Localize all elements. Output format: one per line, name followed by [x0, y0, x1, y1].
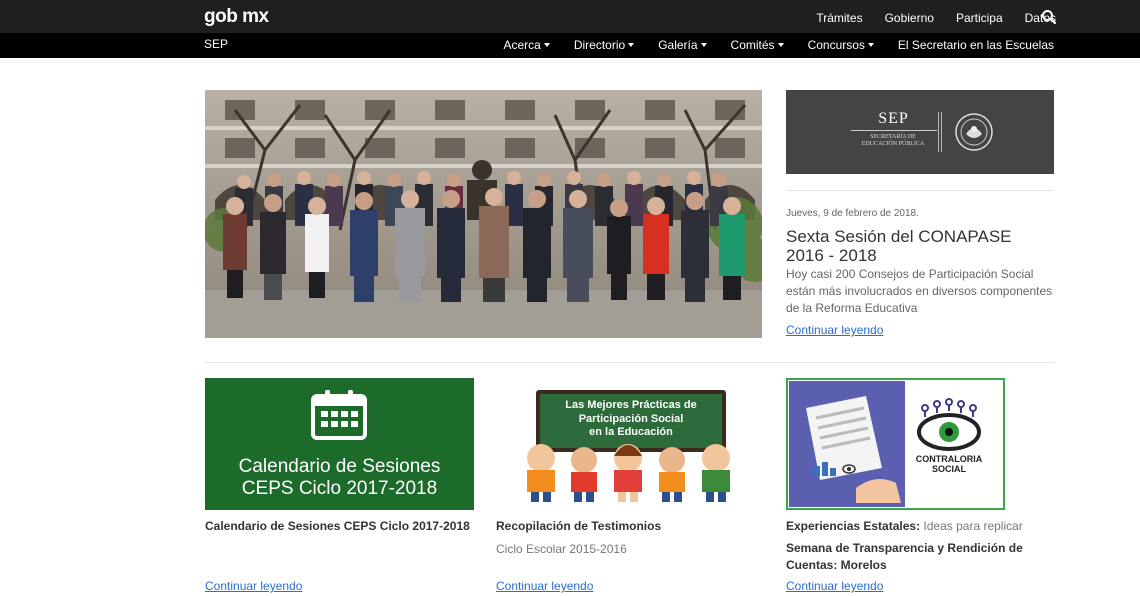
link-tramites[interactable]: Trámites: [816, 11, 862, 25]
contraloria-line2: SOCIAL: [932, 464, 967, 474]
hero-group-photo[interactable]: [205, 90, 762, 338]
nav-secretario[interactable]: El Secretario en las Escuelas: [898, 38, 1054, 52]
sep-nav-menu: Acerca Directorio Galería Comités Concur…: [503, 38, 1054, 52]
mexico-seal-icon: [955, 113, 993, 151]
news-date: Jueves, 9 de febrero de 2018.: [786, 208, 919, 219]
card-testimonios-title[interactable]: Recopilación de Testimonios: [496, 518, 766, 535]
search-icon[interactable]: [1041, 9, 1057, 25]
sep-banner-divider: [938, 112, 942, 152]
caret-down-icon: [628, 43, 635, 47]
link-participa[interactable]: Participa: [956, 11, 1003, 25]
nav-directorio-label: Directorio: [573, 38, 626, 52]
card-calendario-title[interactable]: Calendario de Sesiones CEPS Ciclo 2017-2…: [205, 518, 475, 535]
sep-logo-banner[interactable]: SEP SECRETARÍA DE EDUCACIÓN PÚBLICA: [786, 90, 1054, 174]
sep-banner-title: SEP: [878, 110, 909, 127]
link-gobierno[interactable]: Gobierno: [885, 11, 934, 25]
nav-galeria[interactable]: Galería: [658, 38, 707, 52]
sep-home-link[interactable]: SEP: [204, 37, 228, 51]
calendario-banner-image[interactable]: Calendario de Sesiones CEPS Ciclo 2017-2…: [205, 378, 474, 510]
top-navbar: gob mx Trámites Gobierno Participa Datos: [0, 0, 1140, 33]
nav-acerca[interactable]: Acerca: [503, 38, 550, 52]
calendario-banner-line2: CEPS Ciclo 2017-2018: [242, 478, 437, 499]
sep-banner-subtitle: SECRETARÍA DE EDUCACIÓN PÚBLICA: [844, 134, 942, 148]
news-title[interactable]: Sexta Sesión del CONAPASE 2016 - 2018: [786, 227, 1046, 265]
top-links: Trámites Gobierno Participa Datos: [816, 11, 1056, 25]
nav-concursos[interactable]: Concursos: [808, 38, 874, 52]
calendario-banner-line1: Calendario de Sesiones: [239, 456, 441, 477]
practicas-line3: en la Educación: [589, 426, 673, 438]
card-calendario-read-more[interactable]: Continuar leyendo: [205, 579, 302, 593]
caret-down-icon: [777, 43, 784, 47]
practicas-line1: Las Mejores Prácticas de: [565, 399, 696, 411]
card-contraloria-title-bold: Experiencias Estatales:: [786, 519, 921, 533]
nav-secretario-label: El Secretario en las Escuelas: [897, 38, 1054, 52]
nav-comites[interactable]: Comités: [731, 38, 784, 52]
contraloria-line1: CONTRALORIA: [916, 454, 983, 464]
caret-down-icon: [700, 43, 707, 47]
nav-concursos-label: Concursos: [807, 38, 865, 52]
nav-comites-label: Comités: [730, 38, 775, 52]
card-contraloria-title-rest: Ideas para replicar: [920, 519, 1023, 533]
nav-galeria-label: Galería: [658, 38, 698, 52]
card-testimonios-subtitle: Ciclo Escolar 2015-2016: [496, 542, 627, 556]
divider: [786, 190, 1054, 191]
mejores-practicas-image[interactable]: Las Mejores Prácticas de Participación S…: [496, 378, 765, 510]
card-testimonios-read-more[interactable]: Continuar leyendo: [496, 579, 593, 593]
divider: [205, 362, 1054, 363]
caret-down-icon: [867, 43, 874, 47]
sep-banner-rule: [851, 130, 937, 131]
card-contraloria-read-more[interactable]: Continuar leyendo: [786, 579, 883, 593]
nav-acerca-label: Acerca: [503, 38, 541, 52]
nav-directorio[interactable]: Directorio: [573, 38, 635, 52]
caret-down-icon: [543, 43, 550, 47]
read-more-link[interactable]: Continuar leyendo: [786, 323, 883, 337]
card-contraloria-title[interactable]: Experiencias Estatales: Ideas para repli…: [786, 518, 1066, 535]
sep-banner-subtitle-line1: SECRETARÍA DE: [870, 134, 916, 140]
sep-banner-subtitle-line2: EDUCACIÓN PÚBLICA: [861, 141, 925, 147]
sep-navbar: SEP Acerca Directorio Galería Comités Co…: [0, 33, 1140, 58]
news-summary: Hoy casi 200 Consejos de Participación S…: [786, 267, 1053, 315]
contraloria-social-image[interactable]: CONTRALORIA SOCIAL: [786, 378, 1005, 510]
group-photo-image: [205, 90, 762, 338]
gobmx-logo[interactable]: gob mx: [204, 6, 269, 28]
practicas-line2: Participación Social: [579, 413, 684, 425]
card-contraloria-title2[interactable]: Semana de Transparencia y Rendición de C…: [786, 540, 1054, 574]
